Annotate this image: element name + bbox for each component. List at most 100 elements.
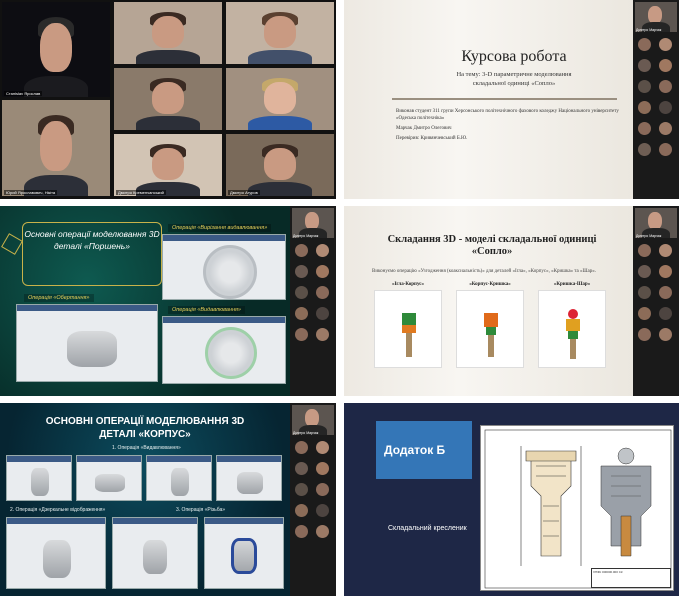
avatar[interactable]	[313, 305, 333, 325]
slide-title: Додаток Б	[384, 443, 446, 457]
participant-tile[interactable]	[226, 2, 334, 64]
slide-title: Основні операції моделювання 3D деталі «…	[24, 229, 160, 251]
avatar[interactable]	[292, 460, 312, 480]
avatar[interactable]	[635, 57, 655, 77]
participant-name: Юрий Ярославович, Нікіта	[4, 190, 58, 195]
op-extrude-label: Операція «Видавлювання»	[168, 306, 245, 314]
cad-screenshot	[6, 517, 106, 589]
slide-title: ОСНОВНІ ОПЕРАЦІЇ МОДЕЛЮВАННЯ 3D ДЕТАЛІ «…	[0, 415, 290, 441]
gallery-view-panel: Станislav Ярослав Юрий Ярославович, Нікі…	[0, 0, 336, 199]
avatar[interactable]	[313, 523, 333, 543]
assembly-slide-panel: Складання 3D - моделі складальної одиниц…	[344, 206, 679, 396]
cad-screenshot	[16, 304, 158, 382]
avatar[interactable]	[635, 242, 655, 262]
avatar[interactable]	[656, 36, 676, 56]
op-cut-label: Операція «Вирізання видавлювання»	[168, 224, 272, 232]
avatar[interactable]	[635, 284, 655, 304]
shared-slide: Курсова робота На тему: 3-D параметричне…	[344, 0, 633, 199]
avatar[interactable]	[292, 481, 312, 501]
speaker-video[interactable]: Дмитро Марчак	[635, 208, 677, 238]
slide-subtitle: На тему: 3-D параметричне моделювання ск…	[404, 70, 624, 88]
participant-tile[interactable]	[226, 68, 334, 130]
subtitle-line: складальної одиниці «Сопло»	[472, 80, 556, 87]
speaker-name: Дмитро Марчак	[636, 28, 662, 32]
participant-strip[interactable]: Дмитро Марчак	[633, 206, 679, 396]
avatar[interactable]	[313, 242, 333, 262]
author-text: Виконав студент 311 групи Херсонського п…	[396, 109, 619, 121]
participant-strip[interactable]: Дмитро Марчак	[290, 403, 336, 596]
avatar[interactable]	[292, 284, 312, 304]
avatar[interactable]	[656, 284, 676, 304]
participant-tile[interactable]: Станislav Ярослав	[2, 2, 110, 97]
caption: «Корпус-Кришка»	[469, 282, 511, 287]
speaker-video[interactable]: Дмитро Марчак	[635, 2, 677, 32]
avatar[interactable]	[635, 326, 655, 346]
avatar[interactable]	[292, 326, 312, 346]
avatar-grid	[635, 36, 677, 162]
avatar[interactable]	[635, 36, 655, 56]
op-rotation-label: Операція «Обертання»	[24, 294, 94, 302]
participant-name: Дмитро Агуров	[228, 190, 260, 195]
participant-name: Станislav Ярослав	[4, 91, 43, 96]
avatar[interactable]	[635, 120, 655, 140]
avatar[interactable]	[313, 263, 333, 283]
speaker-video[interactable]: Дмитро Марчак	[292, 208, 334, 238]
avatar[interactable]	[292, 439, 312, 459]
avatar[interactable]	[313, 481, 333, 501]
avatar[interactable]	[656, 99, 676, 119]
subtitle-line: На тему: 3-D параметричне моделювання	[456, 71, 572, 78]
avatar[interactable]	[656, 57, 676, 77]
avatar[interactable]	[292, 523, 312, 543]
participant-tile[interactable]	[114, 68, 222, 130]
participant-tile[interactable]	[114, 2, 222, 64]
avatar[interactable]	[292, 502, 312, 522]
avatar[interactable]	[635, 78, 655, 98]
cad-screenshot	[112, 517, 198, 589]
avatar[interactable]	[292, 242, 312, 262]
shared-slide: Складання 3D - моделі складальної одиниц…	[344, 206, 633, 396]
avatar[interactable]	[313, 439, 333, 459]
avatar[interactable]	[656, 141, 676, 161]
speaker-video[interactable]: Дмитро Марчак	[292, 405, 334, 435]
avatar[interactable]	[635, 263, 655, 283]
avatar[interactable]	[313, 460, 333, 480]
avatar[interactable]	[656, 242, 676, 262]
title-block: ХПФК 000000.000 СК	[591, 568, 671, 588]
avatar[interactable]	[635, 305, 655, 325]
cad-screenshot	[6, 455, 72, 501]
avatar[interactable]	[635, 99, 655, 119]
slide-description: Складальний кресленик	[388, 525, 467, 532]
title-line: Складання 3D - моделі складальної одиниц…	[387, 234, 597, 245]
avatar[interactable]	[656, 263, 676, 283]
drawing-graphic	[484, 429, 672, 589]
avatar[interactable]	[292, 305, 312, 325]
assembly-image	[374, 290, 442, 368]
avatar[interactable]	[656, 305, 676, 325]
participant-tile[interactable]: Юрий Ярославович, Нікіта	[2, 100, 110, 196]
op2-label: 2. Операція «Дзеркальне відображення»	[10, 507, 106, 513]
participant-strip[interactable]: Дмитро Марчак	[633, 0, 679, 199]
participant-tile[interactable]: Дмитро Агуров	[226, 134, 334, 196]
avatar[interactable]	[313, 326, 333, 346]
housing-slide-panel: ОСНОВНІ ОПЕРАЦІЇ МОДЕЛЮВАННЯ 3D ДЕТАЛІ «…	[0, 403, 336, 596]
checked-by: Перевірив: Кривянчевський Б.Ю.	[396, 136, 468, 141]
avatar[interactable]	[292, 263, 312, 283]
avatar[interactable]	[656, 326, 676, 346]
title-line: ДЕТАЛІ «КОРПУС»	[99, 429, 191, 440]
avatar[interactable]	[313, 284, 333, 304]
cad-screenshot	[146, 455, 212, 501]
slide-info: Виконав студент 311 групи Херсонського п…	[396, 108, 621, 145]
cad-screenshot	[76, 455, 142, 501]
participant-tile[interactable]: Дмитро Кременчанський	[114, 134, 222, 196]
participant-strip[interactable]: Дмитро Марчак	[290, 206, 336, 396]
assembly-drawing: ХПФК 000000.000 СК	[480, 425, 674, 591]
avatar[interactable]	[656, 78, 676, 98]
avatar[interactable]	[313, 502, 333, 522]
shared-slide: ОСНОВНІ ОПЕРАЦІЇ МОДЕЛЮВАННЯ 3D ДЕТАЛІ «…	[0, 403, 290, 596]
shared-slide: Основні операції моделювання 3D деталі «…	[0, 206, 290, 396]
avatar[interactable]	[656, 120, 676, 140]
avatar-grid	[292, 242, 334, 347]
avatar[interactable]	[635, 141, 655, 161]
cad-screenshot	[216, 455, 282, 501]
cad-screenshot	[204, 517, 284, 589]
